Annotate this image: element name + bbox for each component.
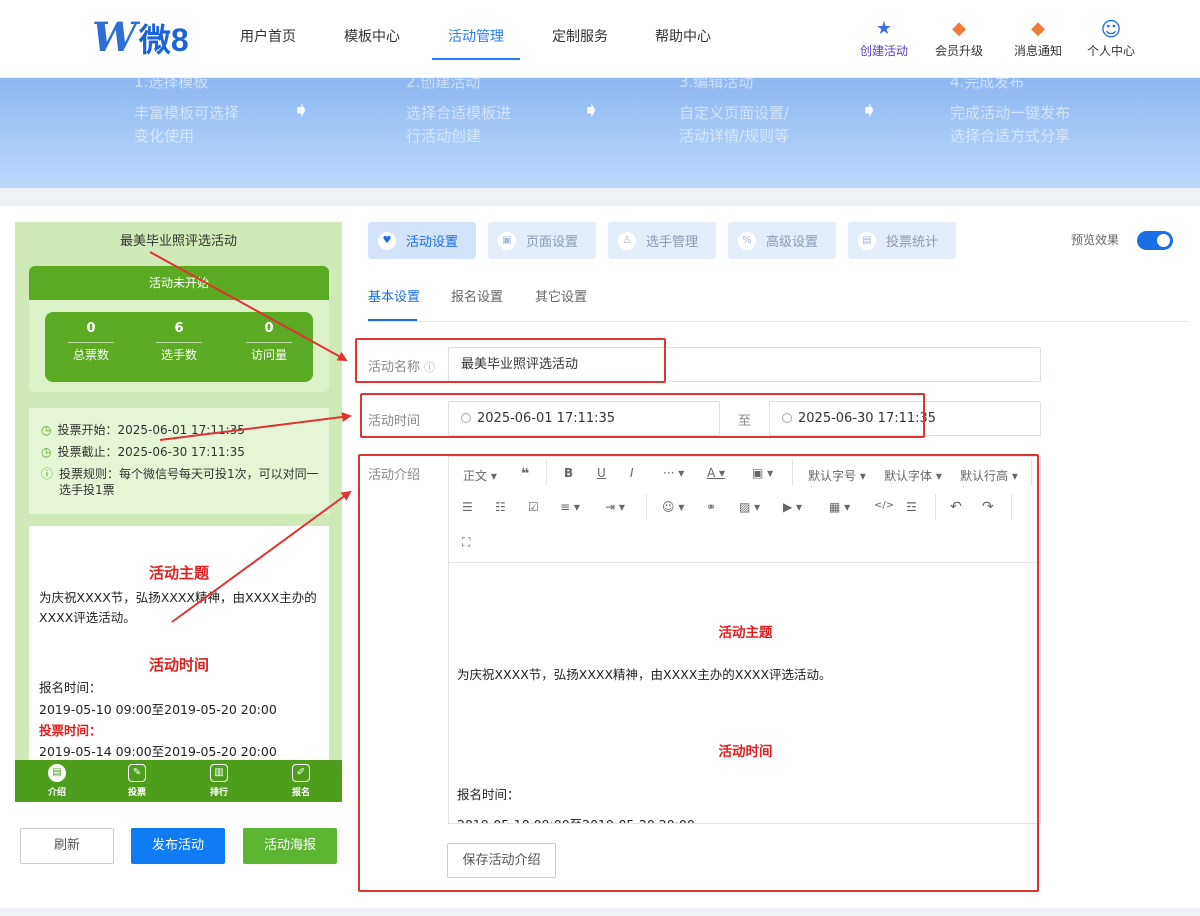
clock-icon: ◷ — [41, 445, 52, 459]
signup-label: 报名时间： — [39, 680, 102, 695]
mobile-preview: 最美毕业照评选活动 活动未开始 0 总票数 6 选手数 0 访问量 ◷ 投票开始：202… — [15, 222, 342, 802]
activity-status: 活动未开始 — [29, 266, 329, 300]
section-divider — [0, 188, 1200, 206]
annotation-box-time — [360, 393, 925, 438]
profile-button[interactable]: ☺ 个人中心 — [1081, 18, 1141, 59]
tab-contestants[interactable]: ♙ 选手管理 — [608, 222, 716, 259]
people-icon: ♙ — [618, 231, 636, 250]
theme-text: 为庆祝XXXX节，弘扬XXXX精神，由XXXX主办的XXXX评选活动。 — [39, 590, 317, 625]
tab-signup[interactable]: ✐ 报名 — [271, 764, 331, 798]
refresh-button[interactable]: 刷新 — [20, 828, 114, 864]
vote-icon: ✎ — [128, 764, 146, 782]
tab-vote[interactable]: ✎ 投票 — [107, 764, 167, 798]
heart-icon: ♥ — [378, 231, 396, 250]
vote-time-label: 投票时间： — [39, 723, 102, 738]
step-arrow-icon: ➧ — [860, 98, 879, 123]
doc-icon: ▤ — [48, 764, 66, 782]
tab-vote-stats[interactable]: ▤ 投票统计 — [848, 222, 956, 259]
stat-visits: 0 访问量 — [229, 320, 309, 363]
step-arrow-icon: ➧ — [292, 98, 311, 123]
stats-panel: 0 总票数 6 选手数 0 访问量 — [45, 312, 313, 382]
clock-icon: ◷ — [41, 423, 52, 437]
preview-title: 最美毕业照评选活动 — [119, 234, 237, 249]
poster-button[interactable]: 活动海报 — [243, 828, 337, 864]
tab-page-settings[interactable]: ▣ 页面设置 — [488, 222, 596, 259]
nav-templates[interactable]: 模板中心 — [344, 0, 400, 78]
step-4: 4.完成发布 完成活动一键发布选择合适方式分享 — [950, 78, 1071, 145]
subtab-divider — [368, 321, 1188, 322]
preview-tabbar: ▤ 介绍 ✎ 投票 ▥ 排行 ✐ 报名 — [15, 760, 342, 802]
star-icon: ★ — [875, 18, 893, 39]
step-1: 1.选择模板 丰富模板可选择变化使用 — [134, 78, 240, 145]
nav-custom-service[interactable]: 定制服务 — [552, 0, 608, 78]
tab-intro[interactable]: ▤ 介绍 — [27, 764, 87, 798]
theme-heading: 活动主题 — [148, 564, 209, 582]
vote-rule-row: ⓘ 投票规则：每个微信号每天可投1次，可以对同一选手投1票 — [41, 467, 319, 497]
nav-help[interactable]: 帮助中心 — [655, 0, 711, 78]
nav-home[interactable]: 用户首页 — [240, 0, 296, 78]
stat-total-votes: 0 总票数 — [51, 320, 131, 363]
notifications-button[interactable]: ◆ 消息通知 — [1008, 18, 1068, 59]
user-icon: ☺ — [1100, 17, 1122, 41]
diamond-badge-icon: ◆ — [952, 18, 966, 39]
logo-text: 微8 — [138, 22, 189, 58]
vote-start-row: ◷ 投票开始：2025-06-01 17:11:35 — [41, 423, 245, 437]
signup-time: 2019-05-10 09:00至2019-05-20 20:00 — [39, 702, 277, 717]
page-icon: ▣ — [498, 231, 516, 250]
tab-advanced[interactable]: % 高级设置 — [728, 222, 836, 259]
vote-info: ◷ 投票开始：2025-06-01 17:11:35 ◷ 投票截止：2025-06-… — [29, 408, 329, 514]
page-footer-bar — [0, 908, 1200, 916]
vote-end-row: ◷ 投票截止：2025-06-30 17:11:35 — [41, 445, 245, 459]
tab-activity-settings[interactable]: ♥ 活动设置 — [368, 222, 476, 259]
subtab-basic[interactable]: 基本设置 — [368, 286, 420, 305]
percent-icon: % — [738, 231, 756, 250]
subtab-signup[interactable]: 报名设置 — [451, 286, 503, 305]
stats-icon: ▤ — [858, 231, 876, 250]
nav-activity-manage[interactable]: 活动管理 — [432, 0, 520, 78]
steps-banner: 1.选择模板 丰富模板可选择变化使用 ➧ 2.创建活动 选择合适模板进行活动创建… — [0, 78, 1200, 188]
edit-icon: ✐ — [292, 764, 310, 782]
step-arrow-icon: ➧ — [582, 98, 601, 123]
message-badge-icon: ◆ — [1031, 18, 1045, 39]
info-icon: ⓘ — [41, 467, 54, 481]
create-activity-button[interactable]: ★ 创建活动 — [854, 18, 914, 59]
step-2: 2.创建活动 选择合适模板进行活动创建 — [406, 78, 512, 145]
logo-mark: W — [92, 14, 137, 61]
subtab-active-indicator — [368, 319, 417, 321]
chart-icon: ▥ — [210, 764, 228, 782]
stat-contestants: 6 选手数 — [139, 320, 219, 363]
preview-toggle-label: 预览效果 — [1071, 233, 1120, 247]
brand-logo[interactable]: W 微8 — [92, 14, 189, 61]
publish-button[interactable]: 发布活动 — [131, 828, 225, 864]
top-header: W 微8 用户首页 模板中心 活动管理 定制服务 帮助中心 ★ 创建活动 ◆ 会… — [0, 0, 1200, 78]
annotation-box-intro — [358, 454, 1039, 892]
vote-time: 2019-05-14 09:00至2019-05-20 20:00 — [39, 744, 277, 759]
time-heading: 活动时间 — [148, 656, 209, 674]
subtab-other[interactable]: 其它设置 — [535, 286, 587, 305]
member-upgrade-button[interactable]: ◆ 会员升级 — [929, 18, 989, 59]
annotation-box-name — [355, 338, 666, 383]
intro-content: 活动主题 为庆祝XXXX节，弘扬XXXX精神，由XXXX主办的XXXX评选活动。… — [29, 526, 329, 766]
preview-toggle[interactable] — [1137, 231, 1173, 250]
tab-rank[interactable]: ▥ 排行 — [189, 764, 249, 798]
step-3: 3.编辑活动 自定义页面设置/活动详情/规则等 — [679, 78, 790, 145]
